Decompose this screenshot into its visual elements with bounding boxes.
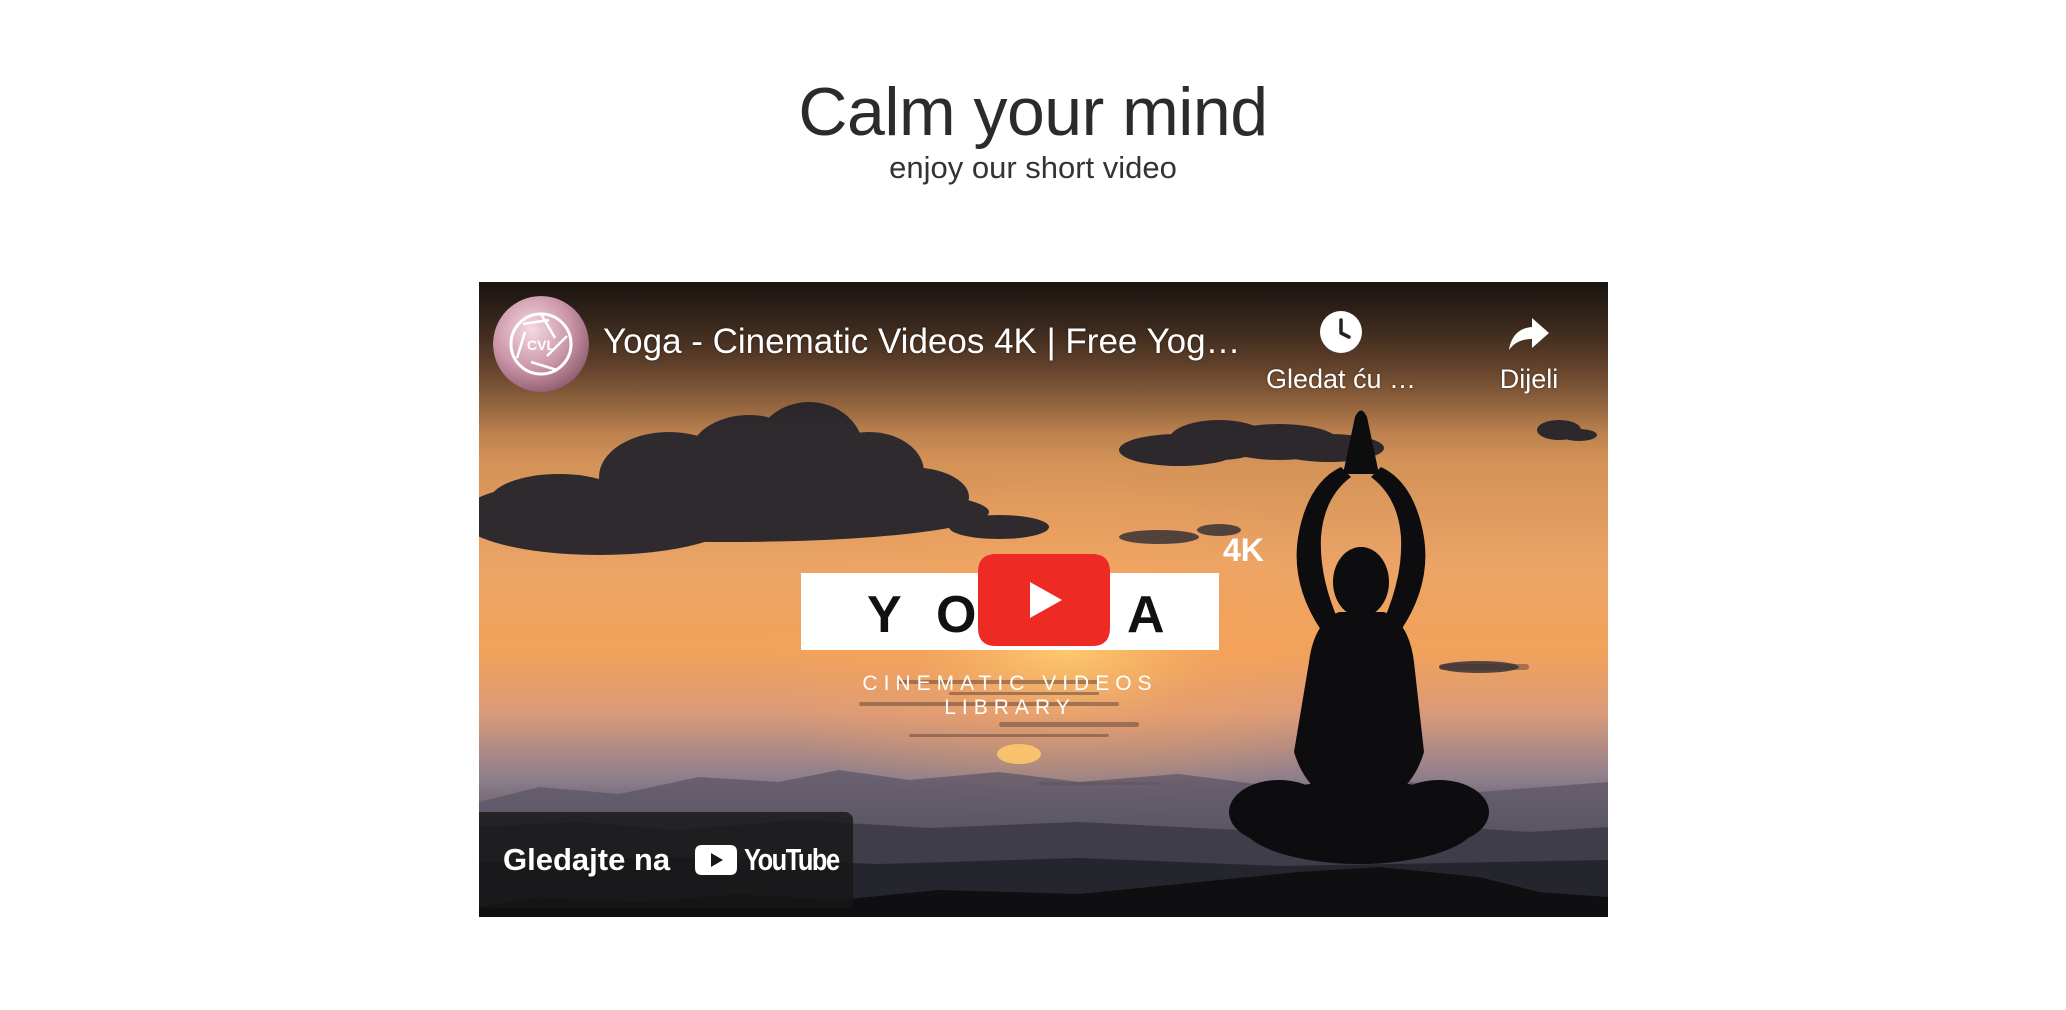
watch-on-text: Gledajte na: [503, 842, 671, 877]
youtube-wordmark: YouTube: [744, 842, 840, 877]
brand-word-left: Y: [867, 586, 920, 644]
youtube-logo: YouTube: [694, 842, 859, 878]
brand-word-o: O: [936, 586, 976, 644]
page-title: Calm your mind: [798, 74, 1268, 150]
channel-logo-icon: CVL: [493, 296, 589, 392]
channel-avatar-text: CVL: [527, 337, 555, 353]
clock-icon: [1320, 311, 1362, 353]
share-button[interactable]: Dijeli: [1469, 308, 1589, 395]
video-player[interactable]: Y O A 4K CINEMATIC VIDEOS LIBRARY CVL Yo…: [479, 282, 1608, 917]
channel-avatar[interactable]: CVL: [493, 296, 589, 392]
video-title[interactable]: Yoga - Cinematic Videos 4K | Free Yog…: [603, 322, 1243, 362]
page-subtitle: enjoy our short video: [889, 150, 1177, 185]
quality-badge: 4K: [1223, 532, 1264, 568]
watch-later-label: Gledat ću …: [1265, 364, 1417, 394]
share-label: Dijeli: [1499, 364, 1559, 394]
brand-word-right: A: [1127, 586, 1165, 644]
share-arrow-icon: [1509, 318, 1549, 350]
play-button[interactable]: [976, 552, 1112, 648]
play-icon: [978, 554, 1110, 646]
watch-later-button[interactable]: Gledat ću …: [1261, 308, 1421, 395]
brand-tagline: CINEMATIC VIDEOS LIBRARY: [862, 672, 1158, 719]
watch-on-youtube-button[interactable]: Gledajte na YouTube: [479, 812, 853, 908]
youtube-play-icon: [695, 845, 738, 875]
